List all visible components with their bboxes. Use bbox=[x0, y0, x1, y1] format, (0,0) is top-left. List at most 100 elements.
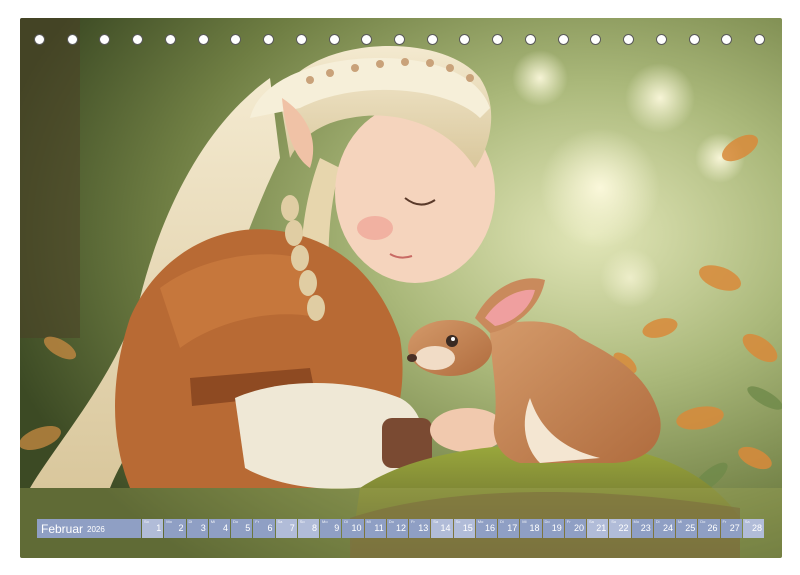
binding-ring bbox=[623, 34, 635, 45]
binding-ring bbox=[426, 34, 438, 45]
weekday-abbrev: Fr bbox=[255, 519, 260, 524]
day-cell: Mi 11 bbox=[364, 519, 386, 538]
binding-ring bbox=[197, 34, 209, 45]
day-number: 17 bbox=[507, 523, 518, 533]
weekday-abbrev: Di bbox=[344, 519, 349, 524]
day-cell: Fr 27 bbox=[720, 519, 742, 538]
day-number: 13 bbox=[418, 523, 429, 533]
weekday-abbrev: Fr bbox=[411, 519, 415, 524]
binding-ring bbox=[230, 34, 242, 45]
binding-ring bbox=[361, 34, 373, 45]
binding-ring bbox=[164, 34, 176, 45]
binding-ring bbox=[557, 34, 569, 45]
day-number: 11 bbox=[374, 523, 384, 533]
weekday-abbrev: Do bbox=[544, 519, 550, 524]
binding-ring bbox=[263, 34, 275, 45]
day-cell: Sa 7 bbox=[275, 519, 297, 538]
day-number: 9 bbox=[334, 523, 340, 533]
binding-ring bbox=[132, 34, 144, 45]
day-number: 4 bbox=[222, 523, 228, 533]
day-cell: So 8 bbox=[297, 519, 319, 538]
day-cell: Do 5 bbox=[231, 519, 253, 538]
day-number: 25 bbox=[685, 523, 696, 533]
binding-ring bbox=[295, 34, 307, 45]
weekday-abbrev: Mo bbox=[633, 519, 640, 524]
weekday-abbrev: Sa bbox=[744, 519, 750, 524]
elf-girl-with-fawn-illustration bbox=[20, 18, 782, 558]
day-cell: So 1 bbox=[142, 519, 164, 538]
day-number: 10 bbox=[351, 523, 362, 533]
weekday-abbrev: Mi bbox=[678, 519, 683, 524]
binding-ring bbox=[328, 34, 340, 45]
spiral-binding bbox=[20, 34, 782, 50]
binding-ring bbox=[754, 34, 765, 45]
weekday-abbrev: So bbox=[299, 519, 305, 524]
weekday-abbrev: Sa bbox=[277, 519, 283, 524]
binding-ring bbox=[655, 34, 667, 45]
weekday-abbrev: Di bbox=[655, 519, 660, 524]
day-number: 16 bbox=[484, 523, 495, 533]
weekday-abbrev: So bbox=[611, 519, 617, 524]
weekday-abbrev: Sa bbox=[589, 519, 594, 524]
day-cell: Mo 2 bbox=[164, 519, 186, 538]
month-label-box: Februar 2026 bbox=[37, 519, 141, 538]
binding-ring bbox=[459, 34, 471, 45]
day-cell: Fr 6 bbox=[253, 519, 275, 538]
month-name: Februar bbox=[41, 521, 84, 536]
day-cell: Di 24 bbox=[653, 519, 675, 538]
binding-ring bbox=[590, 34, 602, 45]
day-number: 27 bbox=[729, 523, 740, 533]
binding-ring bbox=[66, 34, 78, 45]
month-year: 2026 bbox=[87, 525, 105, 534]
weekday-abbrev: Sa bbox=[433, 519, 439, 524]
weekday-abbrev: Di bbox=[188, 519, 193, 524]
day-cell: Do 12 bbox=[386, 519, 408, 538]
weekday-abbrev: Mi bbox=[366, 519, 371, 524]
day-number: 20 bbox=[573, 523, 584, 533]
day-cell: Mo 16 bbox=[475, 519, 497, 538]
day-cell: Mi 25 bbox=[676, 519, 698, 538]
day-number: 7 bbox=[289, 523, 295, 533]
binding-ring bbox=[524, 34, 536, 45]
day-number: 3 bbox=[200, 523, 206, 533]
day-number: 8 bbox=[311, 523, 317, 533]
weekday-abbrev: Do bbox=[388, 519, 394, 524]
day-cell: So 22 bbox=[609, 519, 631, 538]
weekday-abbrev: So bbox=[455, 519, 461, 524]
calendar-strip: Februar 2026 So 1 Mo 2 Di 3 Mi 4 Do 5 Fr 6 Sa 7 So 8 Mo 9… bbox=[37, 519, 764, 538]
day-cell: Sa 28 bbox=[742, 519, 764, 538]
day-cell: Sa 21 bbox=[587, 519, 609, 538]
weekday-abbrev: Mi bbox=[210, 519, 215, 524]
day-number: 15 bbox=[462, 523, 473, 533]
weekday-abbrev: Mo bbox=[166, 519, 172, 524]
binding-ring bbox=[99, 34, 111, 45]
day-number: 18 bbox=[529, 523, 540, 533]
day-number: 6 bbox=[267, 523, 273, 533]
day-number: 19 bbox=[551, 523, 562, 533]
day-number: 23 bbox=[640, 523, 651, 533]
weekday-abbrev: Fr bbox=[566, 519, 571, 524]
weekday-abbrev: Do bbox=[700, 519, 706, 524]
day-cell: Do 19 bbox=[542, 519, 564, 538]
binding-ring bbox=[688, 34, 700, 45]
calendar-page bbox=[20, 18, 782, 558]
day-cell: Di 3 bbox=[186, 519, 208, 538]
weekday-abbrev: So bbox=[144, 519, 149, 524]
day-number: 22 bbox=[618, 523, 629, 533]
binding-ring bbox=[394, 34, 405, 45]
day-cell: Mi 18 bbox=[520, 519, 542, 538]
day-number: 24 bbox=[662, 523, 673, 533]
day-cell: Mo 23 bbox=[631, 519, 653, 538]
day-number: 2 bbox=[178, 523, 184, 533]
day-number: 12 bbox=[395, 523, 406, 533]
weekday-abbrev: Mo bbox=[322, 519, 328, 524]
binding-ring bbox=[34, 34, 45, 45]
day-number: 28 bbox=[751, 523, 762, 533]
weekday-abbrev: Do bbox=[233, 519, 239, 524]
day-cell: Sa 14 bbox=[431, 519, 453, 538]
day-cell: Di 10 bbox=[342, 519, 364, 538]
binding-ring bbox=[721, 34, 733, 45]
weekday-abbrev: Mo bbox=[477, 519, 484, 524]
day-number: 26 bbox=[707, 523, 718, 533]
day-cell: Fr 13 bbox=[409, 519, 431, 538]
